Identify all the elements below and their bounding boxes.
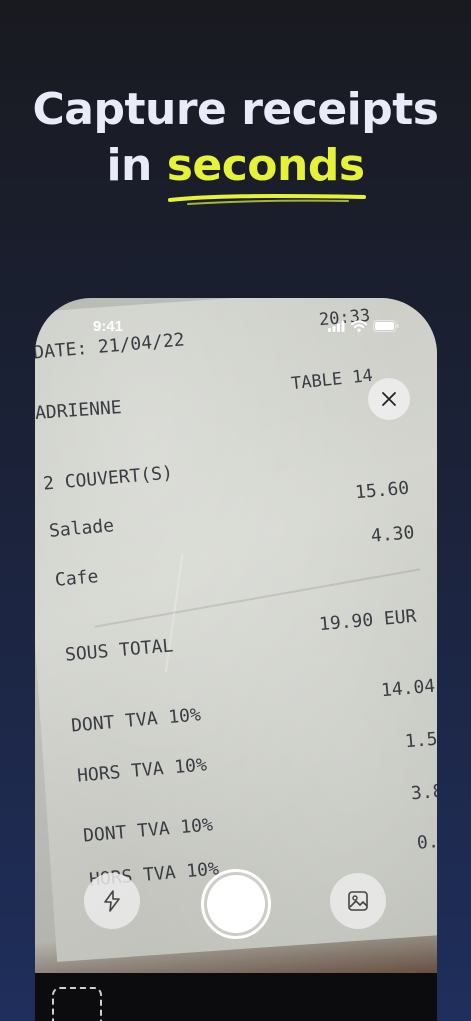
wifi-icon	[351, 320, 367, 332]
headline-prefix: in	[106, 140, 167, 191]
status-time: 9:41	[93, 318, 124, 335]
thumbnail-placeholder[interactable]	[52, 987, 102, 1021]
highlight-underline	[168, 194, 366, 205]
phone-camera-screen: DATE: 21/04/22 20:33 TABLE 14 ADRIENNE 2…	[35, 298, 437, 1021]
receipt-tax-value: 0.	[416, 831, 437, 854]
flash-icon	[104, 890, 120, 912]
receipt-item-name: Cafe	[54, 566, 100, 591]
headline-highlight: seconds	[166, 140, 365, 191]
headline-line-1: Capture receipts	[32, 84, 439, 135]
capture-tray	[35, 973, 437, 1021]
receipt-tax-value: 3.8	[410, 780, 437, 805]
receipt-tax-value: 1.5	[404, 728, 437, 753]
shutter-button[interactable]	[201, 869, 271, 939]
close-icon	[382, 392, 396, 406]
camera-controls	[35, 869, 437, 959]
status-icons	[328, 320, 399, 332]
image-icon	[348, 891, 368, 911]
signal-icon	[328, 320, 345, 332]
battery-icon	[373, 320, 399, 332]
receipt-item-price: 4.30	[370, 522, 416, 547]
gallery-button[interactable]	[330, 873, 386, 929]
flash-button[interactable]	[84, 873, 140, 929]
shutter-inner	[207, 875, 265, 933]
headline: Capture receipts in seconds	[0, 82, 471, 194]
headline-line-2: in seconds	[0, 138, 471, 194]
close-button[interactable]	[368, 378, 410, 420]
